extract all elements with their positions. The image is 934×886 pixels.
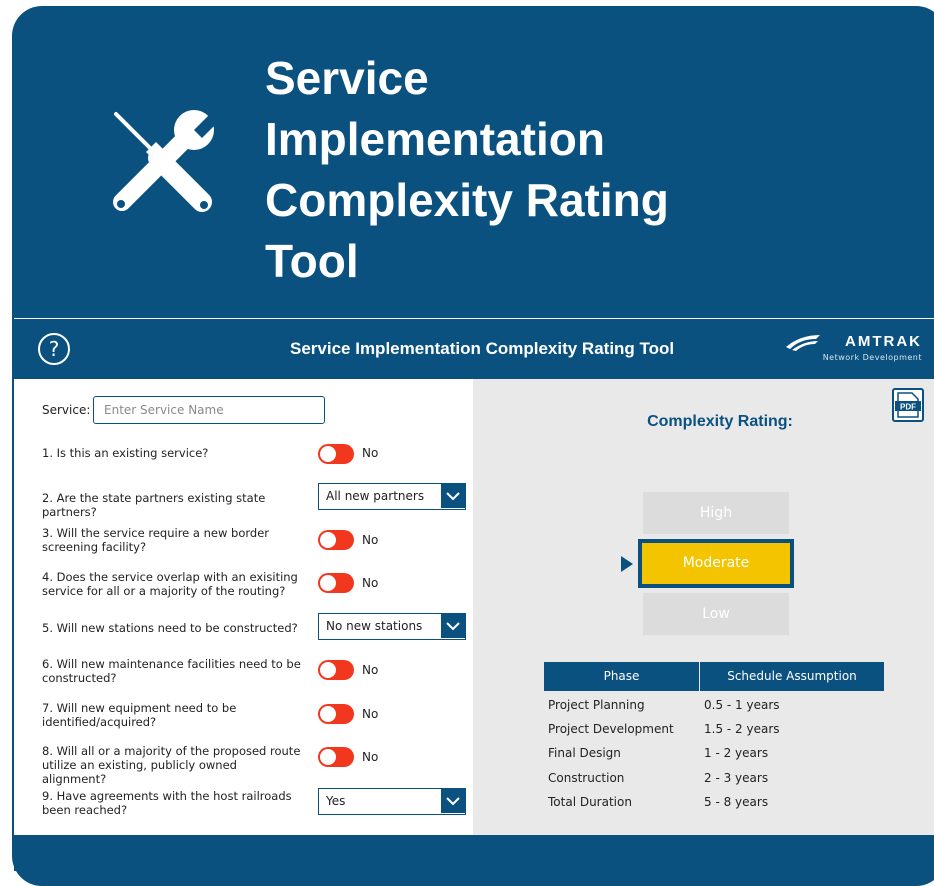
public-alignment-value: No <box>362 750 379 764</box>
border-facility-value: No <box>362 533 379 547</box>
service-label: Service: <box>42 403 91 417</box>
new-stations-value: No new stations <box>326 619 423 633</box>
svg-text:PDF: PDF <box>900 403 916 412</box>
service-overlap-value: No <box>362 576 379 590</box>
schedule-column-header: Schedule Assumption <box>727 669 857 683</box>
public-alignment-toggle[interactable] <box>318 747 354 767</box>
app-title: Service Implementation Complexity Rating… <box>290 339 675 358</box>
existing-service-toggle[interactable] <box>318 444 354 464</box>
amtrak-wave-icon <box>786 335 820 351</box>
hero-title: Service Implementation Complexity Rating… <box>265 52 669 287</box>
app-header: ? Service Implementation Complexity Rati… <box>14 318 934 379</box>
complexity-rating-title: Complexity Rating: <box>647 413 793 430</box>
tools-icon <box>113 110 218 212</box>
question-2: 2. Are the state partners existing state… <box>42 491 266 519</box>
new-stations-dropdown[interactable]: No new stations <box>318 613 466 640</box>
questions-panel: Service: 1. Is this an existing service?… <box>14 379 473 835</box>
question-1: 1. Is this an existing service? <box>42 446 209 460</box>
rating-low: Low <box>643 593 789 635</box>
question-8: 8. Will all or a majority of the propose… <box>42 744 301 786</box>
state-partners-value: All new partners <box>326 489 425 503</box>
state-partners-dropdown[interactable]: All new partners <box>318 483 466 510</box>
selection-pointer-icon <box>621 556 633 572</box>
new-equipment-value: No <box>362 707 379 721</box>
maintenance-facilities-toggle[interactable] <box>318 660 354 680</box>
help-button[interactable]: ? <box>38 333 70 365</box>
border-facility-toggle[interactable] <box>318 530 354 550</box>
question-7: 7. Will new equipment need to be identif… <box>42 701 237 729</box>
schedule-table-header: Phase Schedule Assumption <box>544 662 884 691</box>
question-4: 4. Does the service overlap with an exis… <box>42 570 298 598</box>
brand-subtitle: Network Development <box>822 353 922 362</box>
question-5: 5. Will new stations need to be construc… <box>42 621 298 635</box>
phase-column-header: Phase <box>603 669 640 683</box>
chevron-down-icon[interactable] <box>441 614 465 638</box>
host-agreements-dropdown[interactable]: Yes <box>318 788 466 815</box>
new-equipment-toggle[interactable] <box>318 704 354 724</box>
service-name-input[interactable] <box>93 396 325 424</box>
host-agreements-value: Yes <box>326 794 346 808</box>
chevron-down-icon[interactable] <box>441 484 465 508</box>
question-6: 6. Will new maintenance facilities need … <box>42 657 301 685</box>
rating-moderate: Moderate <box>638 539 794 588</box>
amtrak-logo: AMTRAK Network Development <box>782 331 922 367</box>
footer-band <box>14 835 934 871</box>
existing-service-value: No <box>362 446 379 460</box>
maintenance-facilities-value: No <box>362 663 379 677</box>
chevron-down-icon[interactable] <box>441 789 465 813</box>
brand-name: AMTRAK <box>845 333 922 350</box>
rating-high: High <box>643 492 789 534</box>
question-9: 9. Have agreements with the host railroa… <box>42 789 292 817</box>
service-overlap-toggle[interactable] <box>318 573 354 593</box>
question-3: 3. Will the service require a new border… <box>42 526 269 554</box>
